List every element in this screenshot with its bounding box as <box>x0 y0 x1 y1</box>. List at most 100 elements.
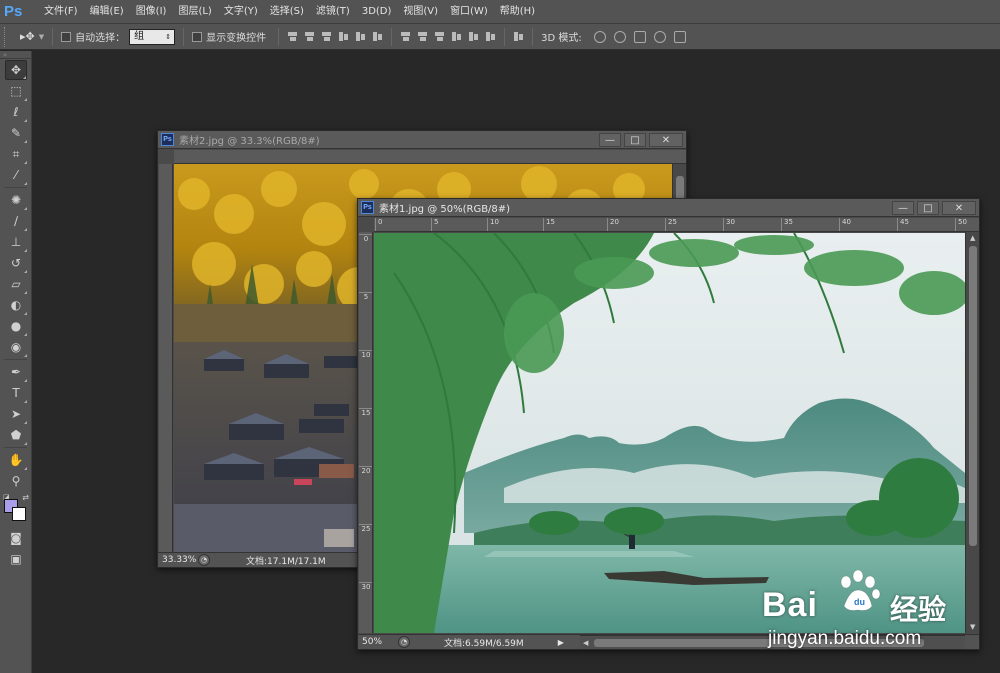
window-1-zoom-level[interactable]: 50% <box>358 637 398 647</box>
show-transform-checkbox[interactable] <box>192 31 203 42</box>
divider <box>4 187 27 188</box>
shape-tool-icon[interactable]: ⬟ <box>5 425 27 445</box>
auto-align-icon[interactable] <box>513 31 524 42</box>
menu-view[interactable]: 视图(V) <box>397 0 444 24</box>
swap-colors-icon[interactable]: ⇄ <box>22 493 29 502</box>
menu-type[interactable]: 文字(Y) <box>218 0 264 24</box>
window-1-title: 素材1.jpg @ 50%(RGB/8#) <box>379 204 511 215</box>
document-window-1[interactable]: Ps 素材1.jpg @ 50%(RGB/8#) — □ ✕ 0 5 10 15… <box>357 198 980 650</box>
dodge-tool-icon[interactable]: ◉ <box>5 337 27 357</box>
window-1-close-button[interactable]: ✕ <box>942 200 976 215</box>
auto-select-checkbox[interactable] <box>61 31 72 42</box>
window-1-vertical-scrollbar[interactable]: ▲ ▼ <box>965 232 979 633</box>
menu-filter[interactable]: 滤镜(T) <box>310 0 356 24</box>
align-right-icon[interactable] <box>372 31 383 42</box>
zoom-tool-icon[interactable]: ⚲ <box>5 471 27 491</box>
window-1-horizontal-scrollbar[interactable]: ◀ <box>580 635 965 649</box>
status-info-icon[interactable]: ◔ <box>398 636 410 648</box>
type-tool-icon[interactable]: T <box>5 383 27 403</box>
align-bottom-icon[interactable] <box>321 31 332 42</box>
scroll-left-icon[interactable]: ◀ <box>583 639 588 647</box>
distribute-right-icon[interactable] <box>485 31 496 42</box>
quick-select-tool-icon[interactable]: ✎ <box>5 123 27 143</box>
window-1-canvas-image[interactable] <box>374 233 965 633</box>
background-color-swatch[interactable] <box>12 507 26 521</box>
divider <box>52 27 54 46</box>
scroll-down-icon[interactable]: ▼ <box>970 623 975 631</box>
window-1-vertical-ruler[interactable]: 0 5 10 15 20 25 30 <box>359 232 373 633</box>
blur-tool-icon[interactable]: ● <box>5 316 27 336</box>
quick-mask-icon[interactable]: ◙ <box>5 528 27 548</box>
window-1-titlebar[interactable]: Ps 素材1.jpg @ 50%(RGB/8#) — □ ✕ <box>358 199 979 217</box>
window-1-maximize-button[interactable]: □ <box>917 200 939 215</box>
options-grip[interactable] <box>4 26 10 47</box>
paint-bucket-tool-icon[interactable]: ◐ <box>5 295 27 315</box>
dropdown-arrows-icon: ⇕ <box>165 32 172 41</box>
distribute-bottom-icon[interactable] <box>434 31 445 42</box>
chevron-down-icon: ▼ <box>38 32 45 41</box>
lasso-tool-icon[interactable]: ℓ <box>5 102 27 122</box>
distribute-hcenter-icon[interactable] <box>468 31 479 42</box>
divider <box>532 27 534 46</box>
spot-healing-tool-icon[interactable]: ✺ <box>5 190 27 210</box>
eraser-tool-icon[interactable]: ▱ <box>5 274 27 294</box>
tools-panel-grip[interactable]: » <box>0 51 31 59</box>
distribute-vcenter-icon[interactable] <box>417 31 428 42</box>
clone-stamp-tool-icon[interactable]: ⊥ <box>5 232 27 252</box>
roll-3d-icon[interactable] <box>613 30 626 43</box>
ruler-vtick-25: 25 <box>359 524 372 533</box>
divider <box>183 27 185 46</box>
status-info-icon[interactable]: ◔ <box>198 554 210 566</box>
marquee-tool-icon[interactable]: ⬚ <box>5 81 27 101</box>
ruler-tick-0: 0 <box>375 218 382 231</box>
history-brush-tool-icon[interactable]: ↺ <box>5 253 27 273</box>
rotate-3d-icon[interactable] <box>593 30 606 43</box>
scrollbar-thumb[interactable] <box>594 639 924 647</box>
pen-tool-icon[interactable]: ✒ <box>5 362 27 382</box>
eyedropper-tool-icon[interactable]: ⁄ <box>5 165 27 185</box>
scrollbar-thumb[interactable] <box>969 246 977 546</box>
distribute-top-icon[interactable] <box>400 31 411 42</box>
window-1-minimize-button[interactable]: — <box>892 200 914 215</box>
align-hcenter-icon[interactable] <box>355 31 366 42</box>
menu-select[interactable]: 选择(S) <box>264 0 310 24</box>
screen-mode-icon[interactable]: ▣ <box>5 549 27 569</box>
ruler-tick-40: 40 <box>839 218 851 231</box>
window-1-horizontal-ruler[interactable]: 0 5 10 15 20 25 30 35 40 45 50 <box>374 218 979 232</box>
ruler-tick-30: 30 <box>723 218 735 231</box>
window-2-maximize-button[interactable]: □ <box>624 132 646 147</box>
menu-3d[interactable]: 3D(D) <box>356 0 398 24</box>
brush-tool-icon[interactable]: ∕ <box>5 211 27 231</box>
menu-list: 文件(F) 编辑(E) 图像(I) 图层(L) 文字(Y) 选择(S) 滤镜(T… <box>38 0 541 24</box>
menu-edit[interactable]: 编辑(E) <box>84 0 130 24</box>
show-transform-label: 显示变换控件 <box>206 33 267 44</box>
menu-help[interactable]: 帮助(H) <box>494 0 541 24</box>
distribute-left-icon[interactable] <box>451 31 462 42</box>
path-select-tool-icon[interactable]: ➤ <box>5 404 27 424</box>
align-top-icon[interactable] <box>287 31 298 42</box>
pan-3d-icon[interactable] <box>633 30 646 43</box>
window-2-minimize-button[interactable]: — <box>599 132 621 147</box>
scroll-up-icon[interactable]: ▲ <box>970 234 975 242</box>
tool-preset-picker[interactable]: ▸✥ ▼ <box>20 30 44 43</box>
window-2-horizontal-ruler[interactable] <box>174 150 686 164</box>
move-tool-icon[interactable]: ✥ <box>5 60 27 80</box>
window-2-vertical-ruler[interactable] <box>159 164 173 552</box>
window-2-close-button[interactable]: ✕ <box>649 132 683 147</box>
menu-file[interactable]: 文件(F) <box>38 0 84 24</box>
window-2-titlebar[interactable]: Ps 素材2.jpg @ 33.3%(RGB/8#) — □ ✕ <box>158 131 686 149</box>
auto-select-value: 组 <box>134 30 145 42</box>
auto-select-dropdown[interactable]: 组 ⇕ <box>129 28 176 45</box>
window-2-zoom-level[interactable]: 33.33% <box>158 555 198 565</box>
status-menu-arrow-icon[interactable]: ▶ <box>558 638 564 647</box>
menu-image[interactable]: 图像(I) <box>130 0 173 24</box>
window-2-title: 素材2.jpg @ 33.3%(RGB/8#) <box>179 136 320 147</box>
scale-3d-icon[interactable] <box>673 30 686 43</box>
align-left-icon[interactable] <box>338 31 349 42</box>
slide-3d-icon[interactable] <box>653 30 666 43</box>
hand-tool-icon[interactable]: ✋ <box>5 450 27 470</box>
menu-window[interactable]: 窗口(W) <box>444 0 494 24</box>
align-vcenter-icon[interactable] <box>304 31 315 42</box>
menu-layer[interactable]: 图层(L) <box>172 0 217 24</box>
crop-tool-icon[interactable]: ⌗ <box>5 144 27 164</box>
